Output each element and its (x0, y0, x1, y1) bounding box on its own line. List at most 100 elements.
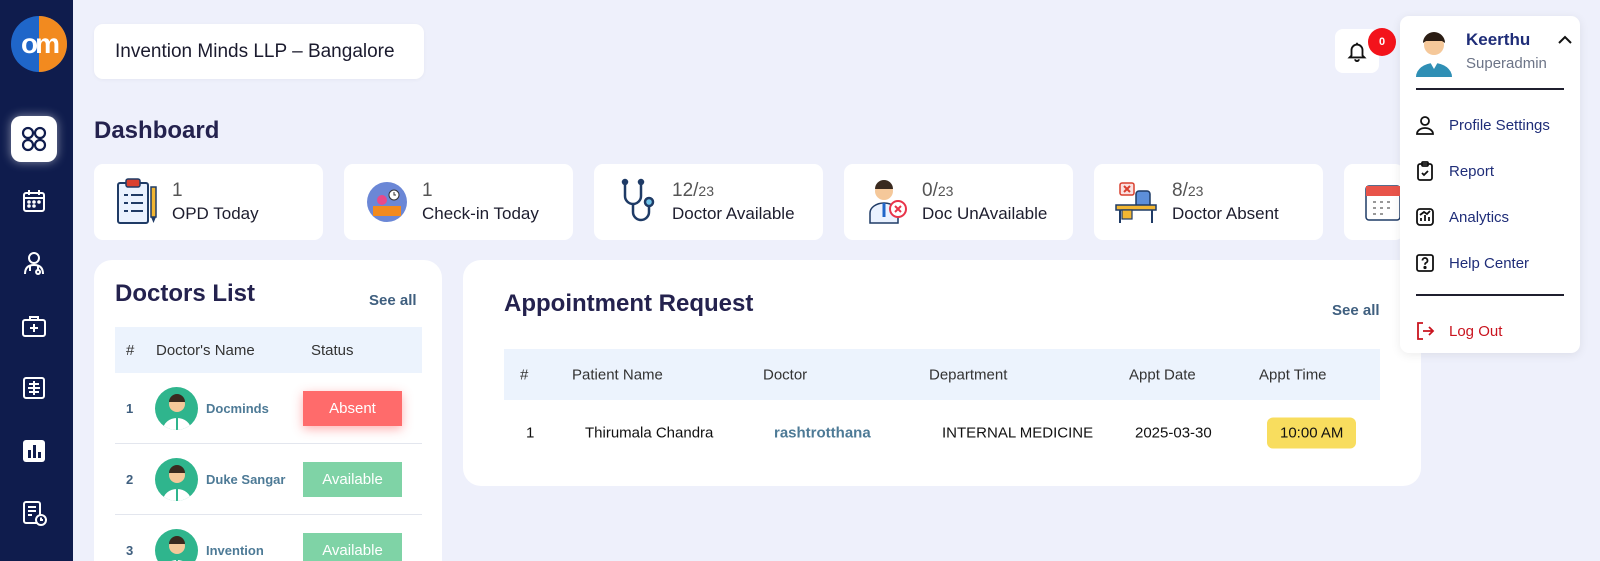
menu-profile-settings[interactable]: Profile Settings (1414, 109, 1564, 141)
notification-count-badge: 0 (1368, 28, 1396, 56)
stat-label: Doctor Available (672, 204, 795, 223)
avatar (1414, 29, 1454, 77)
stat-card-doctor-available[interactable]: 12/23 Doctor Available (594, 164, 823, 240)
stat-total: 23 (698, 183, 714, 199)
column-header: Department (929, 366, 1008, 383)
clipboard-icon (112, 177, 162, 227)
doctors-see-all-link[interactable]: See all (369, 292, 417, 309)
menu-item-label: Analytics (1449, 208, 1510, 226)
nav-doctors[interactable] (11, 240, 57, 286)
empty-desk-icon (1112, 177, 1162, 227)
row-index: 2 (126, 471, 134, 487)
xray-icon (23, 377, 45, 399)
divider (1416, 88, 1564, 90)
column-header: Appt Time (1259, 366, 1327, 383)
calendar-stat-icon (1362, 177, 1402, 227)
logout-icon (1417, 322, 1435, 340)
menu-item-label: Report (1449, 162, 1495, 180)
status-badge[interactable]: Absent (303, 390, 402, 426)
dashboard-grid-icon (21, 126, 47, 152)
app-logo[interactable]: om (11, 16, 67, 72)
department: INTERNAL MEDICINE (942, 424, 1094, 442)
table-row[interactable]: 1 Docminds Absent (115, 373, 422, 444)
nav-records[interactable] (11, 365, 57, 411)
chevron-up-icon[interactable] (1555, 30, 1575, 50)
column-header: Doctor's Name (156, 341, 255, 359)
menu-report[interactable]: Report (1414, 155, 1564, 187)
stat-value: 12/23 (672, 180, 795, 202)
user-name: Keerthu (1466, 30, 1531, 49)
doctor-name[interactable]: Duke Sangar (198, 472, 303, 487)
calendar-icon (23, 190, 45, 212)
stat-card-checkin[interactable]: 1 Check-in Today (344, 164, 573, 240)
column-header: # (520, 366, 529, 383)
stat-total: 23 (937, 183, 954, 199)
row-index: 1 (526, 424, 535, 442)
stat-count: 1 (172, 180, 183, 201)
doctor-unavailable-icon (862, 177, 912, 227)
row-index: 3 (126, 543, 134, 558)
bell-icon (1347, 42, 1367, 62)
logout-label: Log Out (1449, 322, 1503, 340)
doctor-name[interactable]: Docminds (198, 401, 303, 416)
menu-analytics[interactable]: Analytics (1414, 201, 1564, 233)
column-header: Appt Date (1129, 366, 1196, 383)
user-menu-dropdown: Keerthu Superadmin Profile Settings Repo… (1400, 16, 1580, 353)
stat-label: Doc UnAvailable (922, 204, 1048, 223)
logout-button[interactable]: Log Out (1414, 315, 1564, 347)
doctor-avatar (155, 457, 198, 501)
medical-kit-icon (22, 316, 46, 337)
help-icon (1416, 254, 1434, 272)
appointment-time-badge: 10:00 AM (1267, 417, 1357, 449)
doctors-list-panel: Doctors List See all # Doctor's Name Sta… (94, 260, 442, 561)
stat-label: Check-in Today (422, 204, 539, 223)
stat-value: 0/23 (922, 180, 1047, 202)
nav-billing[interactable] (11, 490, 57, 536)
appointment-date: 2025-03-30 (1135, 424, 1212, 442)
nav-dashboard[interactable] (11, 116, 57, 162)
stat-count: 12/ (672, 180, 699, 201)
nav-reports[interactable] (11, 428, 57, 474)
column-header: Patient Name (572, 366, 663, 383)
menu-help-center[interactable]: Help Center (1414, 247, 1564, 279)
stat-count: 1 (422, 180, 433, 201)
table-row[interactable]: 2 Duke Sangar Available (115, 444, 422, 515)
stat-card-partial[interactable] (1344, 164, 1404, 240)
status-badge[interactable]: Available (303, 533, 402, 561)
doctor-avatar (155, 386, 198, 430)
sidebar: om (0, 0, 73, 561)
stat-card-doctor-absent[interactable]: 8/23 Doctor Absent (1094, 164, 1323, 240)
nav-patients[interactable] (11, 303, 57, 349)
column-header: # (126, 341, 135, 359)
organization-selector[interactable]: Invention Minds LLP – Bangalore (94, 24, 424, 79)
appointment-request-panel: Appointment Request See all # Patient Na… (463, 260, 1421, 486)
table-row[interactable]: 1 Thirumala Chandra rashtrotthana INTERN… (504, 400, 1380, 466)
doctor-name[interactable]: Invention (198, 543, 303, 558)
analytics-icon (1416, 208, 1434, 226)
doctors-table-header: # Doctor's Name Status (115, 327, 422, 373)
stat-count: 0/ (922, 180, 938, 201)
clipboard-report-icon (1417, 161, 1433, 181)
organization-name: Invention Minds LLP – Bangalore (115, 40, 395, 62)
stat-count: 8/ (1172, 180, 1188, 201)
row-index: 1 (126, 400, 134, 416)
appointment-title: Appointment Request (504, 290, 754, 317)
doctor-link[interactable]: rashtrotthana (774, 425, 871, 442)
billing-clock-icon (23, 501, 47, 526)
column-header: Doctor (763, 366, 808, 383)
user-role: Superadmin (1466, 55, 1547, 72)
appointments-see-all-link[interactable]: See all (1332, 302, 1380, 319)
stat-label: Doctor Absent (1172, 204, 1279, 223)
page-title: Dashboard (94, 117, 220, 144)
doctor-avatar (155, 529, 198, 561)
nav-calendar[interactable] (11, 178, 57, 224)
stat-card-opd[interactable]: 1 OPD Today (94, 164, 323, 240)
menu-item-label: Help Center (1449, 254, 1530, 272)
stethoscope-icon (612, 177, 662, 227)
menu-item-label: Profile Settings (1449, 116, 1550, 134)
bar-chart-icon (23, 440, 45, 462)
table-row[interactable]: 3 Invention Available (115, 515, 422, 561)
status-badge[interactable]: Available (303, 461, 402, 497)
stat-card-doc-unavailable[interactable]: 0/23 Doc UnAvailable (844, 164, 1073, 240)
stat-value: 1 (172, 180, 259, 202)
